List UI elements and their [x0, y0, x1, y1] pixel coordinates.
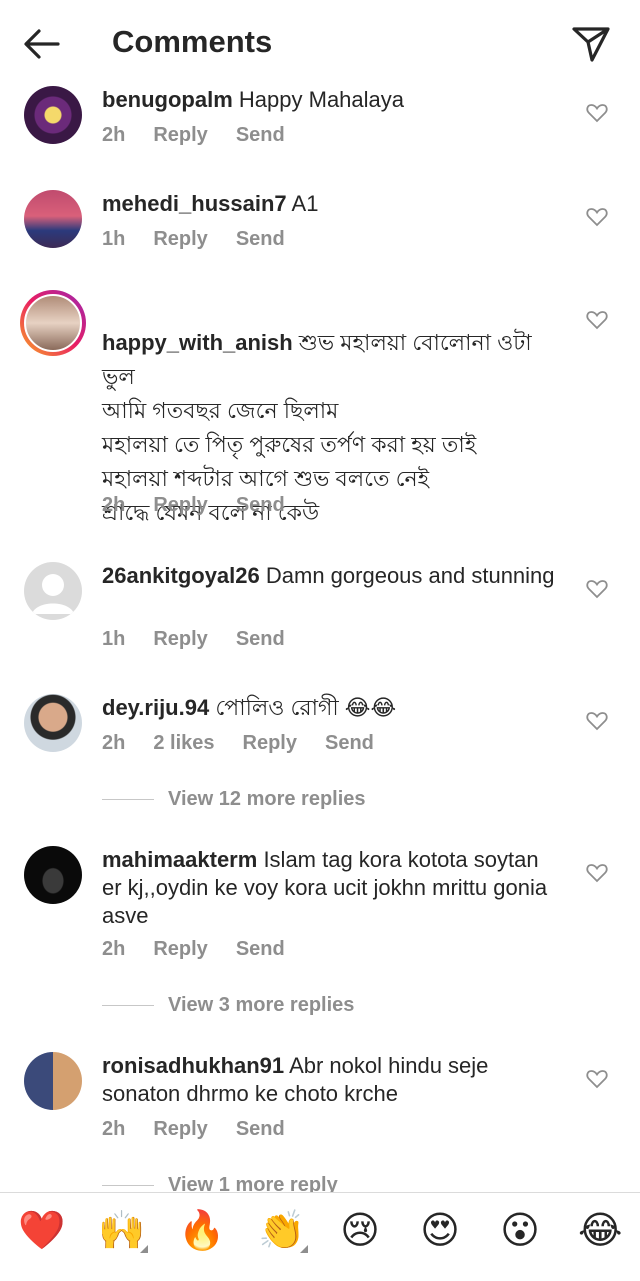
comment-meta: 2h Reply Send — [102, 1118, 313, 1141]
heart-icon[interactable] — [586, 579, 608, 599]
reply-button[interactable]: Reply — [153, 628, 207, 650]
emoji-surprised-button[interactable]: 😮 — [498, 1209, 542, 1253]
heart-icon[interactable] — [586, 103, 608, 123]
emoji-heart-eyes-button[interactable]: 😍 — [418, 1209, 462, 1253]
heart-icon[interactable] — [586, 863, 608, 883]
arrow-left-icon[interactable] — [22, 26, 62, 62]
reply-button[interactable]: Reply — [243, 732, 297, 754]
reply-button[interactable]: Reply — [153, 938, 207, 960]
avatar-story-ring[interactable] — [20, 290, 86, 356]
view-more-replies[interactable]: View 12 more replies — [102, 788, 366, 811]
reply-button[interactable]: Reply — [153, 228, 207, 250]
emoji-clap-button[interactable]: 👏 — [258, 1209, 305, 1253]
comment-meta: 2h Reply Send — [102, 124, 313, 147]
emoji-laughing-button[interactable]: 😂 — [578, 1209, 622, 1253]
comment-time: 2h — [102, 938, 126, 960]
reply-button[interactable]: Reply — [153, 124, 207, 146]
emoji-heart-button[interactable]: ❤️ — [18, 1209, 65, 1253]
send-button[interactable]: Send — [325, 732, 374, 754]
comment-username[interactable]: ronisadhukhan91 — [102, 1053, 284, 1078]
comment-meta: 2h Reply Send — [102, 938, 313, 961]
skin-tone-indicator — [300, 1245, 308, 1253]
emoji-raised-hands-button[interactable]: 🙌 — [98, 1209, 145, 1253]
avatar[interactable] — [24, 694, 82, 752]
avatar[interactable] — [24, 190, 82, 248]
comment-time: 2h — [102, 732, 126, 754]
paper-plane-icon[interactable] — [570, 24, 612, 64]
comment-username[interactable]: happy_with_anish — [102, 330, 293, 355]
emoji-crying-button[interactable]: 😢 — [338, 1209, 382, 1253]
comment-time: 1h — [102, 228, 126, 250]
comment-text: Happy Mahalaya — [238, 87, 405, 112]
header: Comments — [0, 0, 640, 86]
comment-meta: 2h 2 likes Reply Send — [102, 732, 402, 755]
divider — [102, 1005, 154, 1007]
divider — [102, 1185, 154, 1187]
avatar[interactable] — [24, 1052, 82, 1110]
comment-time: 2h — [102, 124, 126, 146]
comment-text: পোলিও রোগী 😂😂 — [215, 695, 397, 720]
heart-icon[interactable] — [586, 310, 608, 330]
send-button[interactable]: Send — [236, 1118, 285, 1140]
comment-username[interactable]: benugopalm — [102, 87, 233, 112]
view-more-replies[interactable]: View 3 more replies — [102, 994, 354, 1017]
avatar-placeholder[interactable] — [24, 562, 82, 620]
comment-meta: 1h Reply Send — [102, 228, 313, 251]
view-more-replies-label: View 12 more replies — [168, 788, 366, 810]
comment-time: 1h — [102, 628, 126, 650]
send-button[interactable]: Send — [236, 124, 285, 146]
avatar[interactable] — [24, 86, 82, 144]
avatar[interactable] — [24, 846, 82, 904]
skin-tone-indicator — [140, 1245, 148, 1253]
likes-count[interactable]: 2 likes — [153, 732, 214, 754]
comment-username[interactable]: 26ankitgoyal26 — [102, 563, 260, 588]
comment-username[interactable]: mehedi_hussain7 — [102, 191, 287, 216]
emoji-reaction-bar: ❤️ 🙌 🔥 👏 😢 😍 😮 😂 — [0, 1192, 640, 1281]
avatar — [24, 294, 82, 352]
default-user-icon — [32, 574, 74, 614]
comment-text: A1 — [291, 191, 319, 216]
comment-text: Damn gorgeous and stunning — [265, 563, 555, 588]
view-more-replies-label: View 3 more replies — [168, 994, 355, 1016]
heart-icon[interactable] — [586, 1069, 608, 1089]
send-button[interactable]: Send — [236, 494, 285, 516]
comment-meta: 2h Reply Send — [102, 494, 313, 517]
comment-username[interactable]: dey.riju.94 — [102, 695, 209, 720]
send-button[interactable]: Send — [236, 938, 285, 960]
divider — [102, 799, 154, 801]
heart-icon[interactable] — [586, 711, 608, 731]
heart-icon[interactable] — [586, 207, 608, 227]
send-button[interactable]: Send — [236, 628, 285, 650]
comment-time: 2h — [102, 494, 126, 516]
reply-button[interactable]: Reply — [153, 1118, 207, 1140]
emoji-fire-button[interactable]: 🔥 — [178, 1209, 225, 1253]
comment-username[interactable]: mahimaakterm — [102, 847, 257, 872]
comment-meta: 1h Reply Send — [102, 628, 313, 651]
reply-button[interactable]: Reply — [153, 494, 207, 516]
comment-time: 2h — [102, 1118, 126, 1140]
send-button[interactable]: Send — [236, 228, 285, 250]
page-title: Comments — [112, 24, 273, 59]
